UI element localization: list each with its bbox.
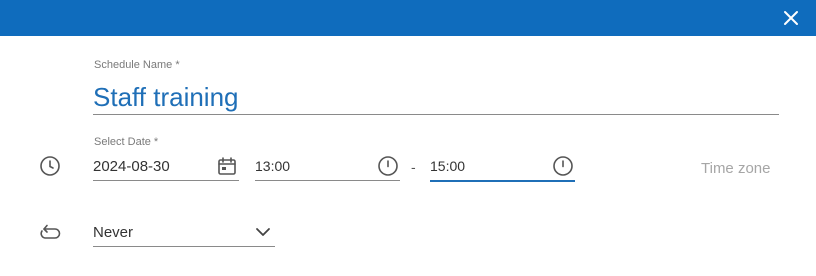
clock-icon (40, 156, 60, 176)
calendar-button[interactable] (215, 154, 239, 178)
end-time-value: 15:00 (430, 158, 466, 174)
time-range-separator: - (411, 159, 416, 175)
repeat-dropdown-toggle[interactable] (251, 220, 275, 244)
calendar-icon (218, 157, 236, 175)
date-value: 2024-08-30 (93, 157, 170, 175)
close-button[interactable] (778, 5, 804, 31)
end-time-picker-button[interactable] (551, 154, 575, 178)
end-time-field[interactable]: 15:00 (430, 152, 575, 182)
clock-icon (378, 156, 398, 176)
repeat-value: Never (93, 223, 134, 241)
clock-icon (553, 156, 573, 176)
repeat-icon (40, 224, 61, 239)
date-field[interactable]: 2024-08-30 (93, 152, 239, 181)
schedule-name-label: Schedule Name * (94, 59, 180, 71)
close-icon (784, 11, 798, 25)
dialog-header (0, 0, 816, 36)
start-time-value: 13:00 (255, 158, 291, 174)
select-date-label: Select Date * (94, 136, 159, 148)
schedule-name-input[interactable] (93, 80, 779, 115)
start-time-field[interactable]: 13:00 (255, 152, 400, 181)
time-zone-button[interactable]: Time zone (701, 160, 770, 177)
repeat-select[interactable]: Never (93, 218, 275, 247)
start-time-picker-button[interactable] (376, 154, 400, 178)
chevron-down-icon (256, 228, 270, 236)
